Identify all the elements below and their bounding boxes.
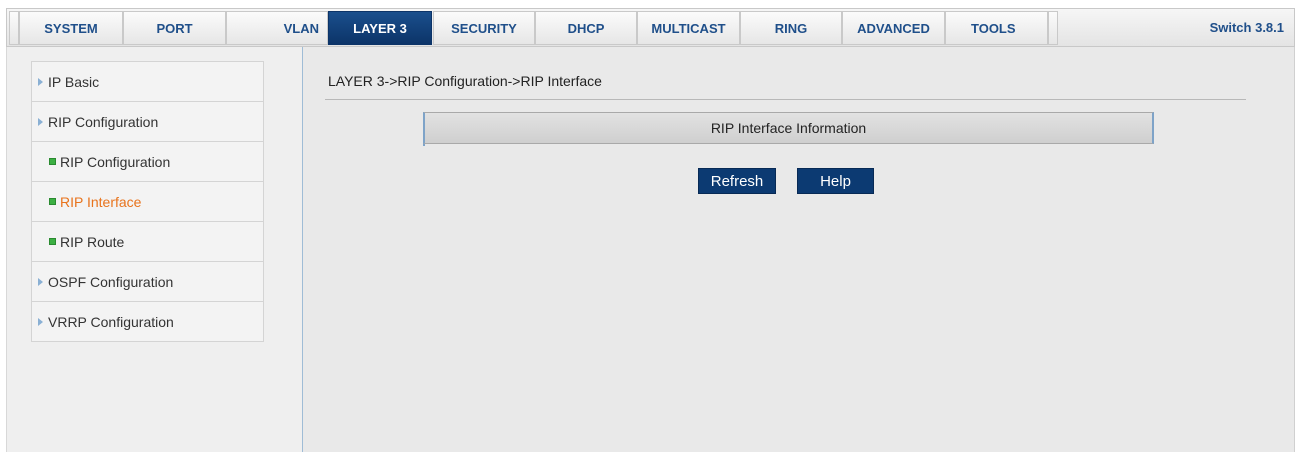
expand-arrow-icon [38,317,43,326]
tab-system[interactable]: SYSTEM [19,11,123,45]
sidebar-item-vrrp-configuration[interactable]: VRRP Configuration [32,302,263,342]
expand-arrow-icon [38,277,43,286]
sidebar-item-label: OSPF Configuration [48,273,174,290]
sidebar-item-ip-basic[interactable]: IP Basic [32,62,263,102]
sidebar-item-label: RIP Interface [60,193,142,210]
tab-vlan[interactable]: VLAN [226,11,328,45]
tab-security[interactable]: SECURITY [433,11,535,45]
firmware-version: Switch 3.8.1 [1209,20,1284,35]
tab-ring[interactable]: RING [740,11,842,45]
bullet-icon [49,198,56,205]
expand-arrow-icon [38,117,43,126]
expand-arrow-icon [38,77,43,86]
tab-tools[interactable]: TOOLS [945,11,1048,45]
sidebar: IP Basic RIP Configuration RIP Configura… [6,47,303,452]
section-title: RIP Interface Information [710,120,867,136]
bullet-icon [49,158,56,165]
divider [325,99,1246,100]
sidebar-item-rip-configuration[interactable]: RIP Configuration [32,142,263,182]
main-content: LAYER 3->RIP Configuration->RIP Interfac… [303,47,1295,452]
sidebar-item-label: RIP Configuration [48,113,159,130]
tab-dhcp[interactable]: DHCP [535,11,637,45]
help-button[interactable]: Help [797,168,874,194]
sidebar-item-rip-route[interactable]: RIP Route [32,222,263,262]
tab-multicast[interactable]: MULTICAST [637,11,740,45]
section-body [423,144,1154,146]
tab-spacer-right [1048,11,1058,45]
breadcrumb: LAYER 3->RIP Configuration->RIP Interfac… [328,73,602,89]
refresh-button[interactable]: Refresh [698,168,776,194]
sidebar-item-label: RIP Configuration [60,153,171,170]
sidebar-item-rip-interface[interactable]: RIP Interface [32,182,263,222]
bullet-icon [49,238,56,245]
sidebar-item-ospf-configuration[interactable]: OSPF Configuration [32,262,263,302]
tab-advanced[interactable]: ADVANCED [842,11,945,45]
tab-layer3[interactable]: LAYER 3 [328,11,432,45]
sidebar-item-label: RIP Route [60,233,125,250]
section-header: RIP Interface Information [423,112,1154,144]
sidebar-item-label: IP Basic [48,73,100,90]
sidebar-item-label: VRRP Configuration [48,313,174,330]
tab-port[interactable]: PORT [123,11,226,45]
sidebar-menu: IP Basic RIP Configuration RIP Configura… [31,61,264,342]
sidebar-item-rip-configuration-group[interactable]: RIP Configuration [32,102,263,142]
top-nav-bar: SYSTEM PORT VLAN LAYER 3 SECURITY DHCP M… [6,8,1295,47]
tab-spacer-left [9,11,19,45]
